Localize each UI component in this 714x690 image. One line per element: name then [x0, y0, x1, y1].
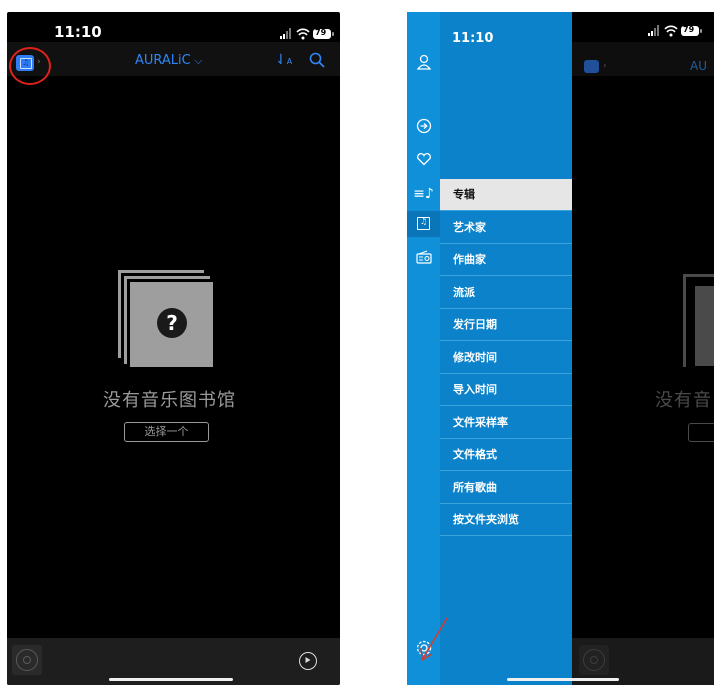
empty-library-art: ?: [118, 270, 213, 367]
left-phone-screen: 11:10 79 ♫ › AURALiC ⌵ ⇃A ? 没有音乐图书馆 选择一个: [7, 12, 340, 685]
home-indicator: [109, 678, 233, 681]
empty-text-fragment: 没有音: [655, 390, 712, 411]
menu-item[interactable]: 专辑: [440, 179, 572, 211]
right-phone-screen: › AU 79 没有音 ≡♪ ♫ 11:10 专辑 艺术家 作曲家 流派 发行日…: [407, 12, 714, 685]
signal-icon: [648, 25, 702, 37]
heart-icon[interactable]: [416, 151, 432, 170]
album-art-placeholder-icon: [579, 645, 609, 675]
radio-icon[interactable]: [416, 249, 432, 268]
menu-item[interactable]: 导入时间: [440, 374, 572, 406]
library-title[interactable]: AURALiC ⌵: [135, 53, 203, 68]
question-icon: ?: [157, 308, 187, 338]
status-time: 11:10: [54, 23, 102, 41]
header-fragment: AU: [690, 59, 707, 73]
home-indicator: [507, 678, 619, 681]
chevron-right-icon: ›: [603, 61, 607, 71]
empty-library-message: 没有音乐图书馆: [103, 390, 236, 411]
playlist-icon[interactable]: ≡♪: [407, 182, 440, 206]
library-icon[interactable]: ♫: [16, 55, 34, 71]
menu-item[interactable]: 发行日期: [440, 309, 572, 341]
menu-item[interactable]: 作曲家: [440, 244, 572, 276]
annotation-arrow: [417, 616, 453, 672]
battery-level: 79: [315, 28, 327, 37]
status-icons: 79: [648, 23, 714, 37]
menu-item[interactable]: 流派: [440, 277, 572, 309]
menu-item[interactable]: 所有歌曲: [440, 472, 572, 504]
battery-level: 79: [683, 25, 695, 34]
menu-item[interactable]: 修改时间: [440, 342, 572, 374]
sort-icon[interactable]: ⇃A: [275, 52, 292, 68]
status-time: 11:10: [452, 31, 494, 46]
library-rail-item-selected[interactable]: ♫: [407, 211, 440, 237]
play-icon[interactable]: [299, 652, 317, 670]
icon-rail: [407, 12, 440, 685]
signal-icon: [280, 28, 334, 40]
choose-button-fragment: [688, 423, 714, 442]
menu-item[interactable]: 按文件夹浏览: [440, 504, 572, 536]
chevron-right-icon: ›: [37, 57, 41, 67]
library-icon-dimmed: [584, 60, 599, 73]
empty-art-card-fragment: [695, 286, 714, 366]
search-icon[interactable]: [309, 52, 325, 72]
menu-item[interactable]: 文件采样率: [440, 407, 572, 439]
menu-item[interactable]: 文件格式: [440, 439, 572, 471]
menu-item[interactable]: 艺术家: [440, 212, 572, 244]
library-menu-drawer: 11:10 专辑 艺术家 作曲家 流派 发行日期 修改时间 导入时间 文件采样率 文件格式 所有歌…: [440, 12, 572, 685]
sign-in-icon[interactable]: [416, 118, 432, 138]
album-art-placeholder-icon: [12, 645, 42, 675]
user-icon[interactable]: [416, 54, 432, 74]
choose-library-button[interactable]: 选择一个: [124, 422, 209, 442]
status-icons: 79: [280, 26, 336, 40]
